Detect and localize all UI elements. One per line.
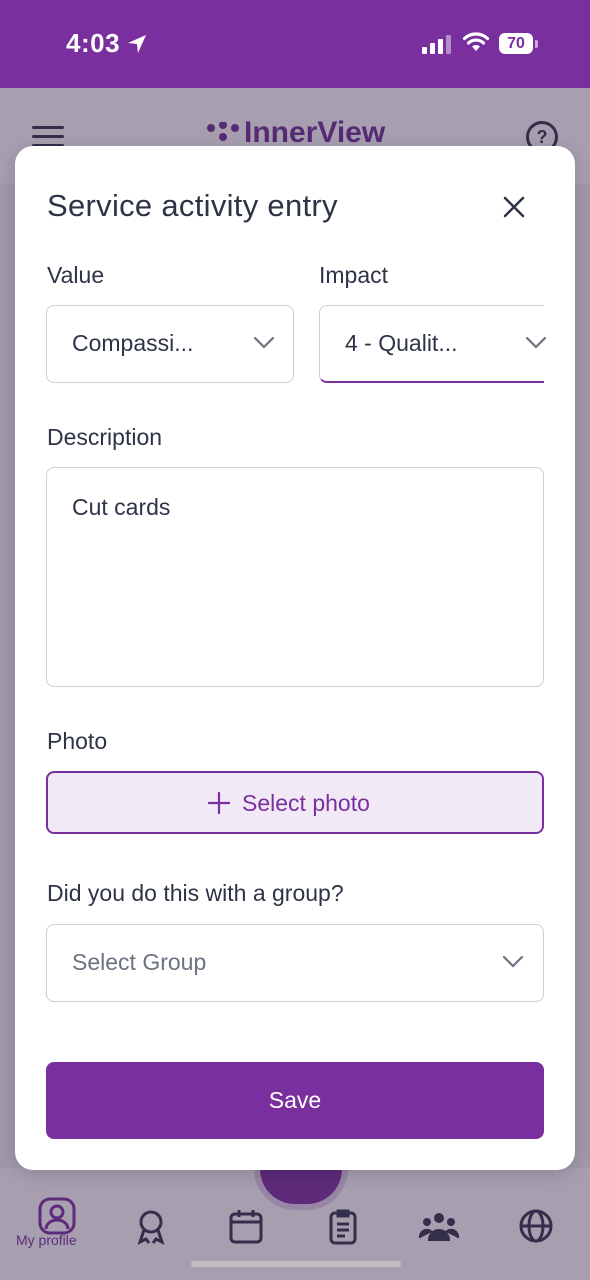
battery-icon: 70 — [499, 33, 539, 55]
group-select[interactable]: Select Group — [46, 924, 544, 1002]
description-textarea[interactable]: Cut cards — [46, 467, 544, 687]
value-label: Value — [47, 262, 105, 288]
select-photo-label: Select photo — [242, 790, 370, 816]
impact-selected: 4 - Qualit... — [345, 330, 458, 356]
group-placeholder: Select Group — [72, 949, 207, 975]
location-arrow-icon — [128, 35, 146, 53]
save-button[interactable]: Save — [46, 1062, 544, 1139]
wifi-icon — [462, 32, 490, 51]
plus-icon — [208, 792, 230, 814]
chevron-down-icon — [502, 955, 524, 968]
home-indicator — [191, 1261, 401, 1267]
photo-label: Photo — [47, 728, 108, 754]
battery-level: 70 — [499, 33, 533, 54]
chevron-down-icon — [525, 336, 547, 349]
modal-title: Service activity entry — [47, 188, 338, 223]
service-activity-modal: Service activity entry Value Compassi...… — [15, 146, 575, 1170]
value-selected: Compassi... — [72, 330, 194, 356]
description-text: Cut cards — [72, 494, 171, 520]
impact-label: Impact — [319, 262, 389, 288]
value-select[interactable]: Compassi... — [46, 305, 294, 383]
chevron-down-icon — [253, 336, 275, 349]
cellular-signal-icon — [422, 35, 451, 54]
group-label: Did you do this with a group? — [47, 880, 344, 906]
status-time: 4:03 — [66, 28, 121, 58]
impact-select[interactable]: 4 - Qualit... — [319, 305, 547, 383]
select-photo-button[interactable]: Select photo — [46, 771, 544, 834]
status-bar: 4:03 70 — [0, 0, 590, 88]
close-icon[interactable] — [499, 192, 529, 222]
description-label: Description — [47, 424, 163, 450]
